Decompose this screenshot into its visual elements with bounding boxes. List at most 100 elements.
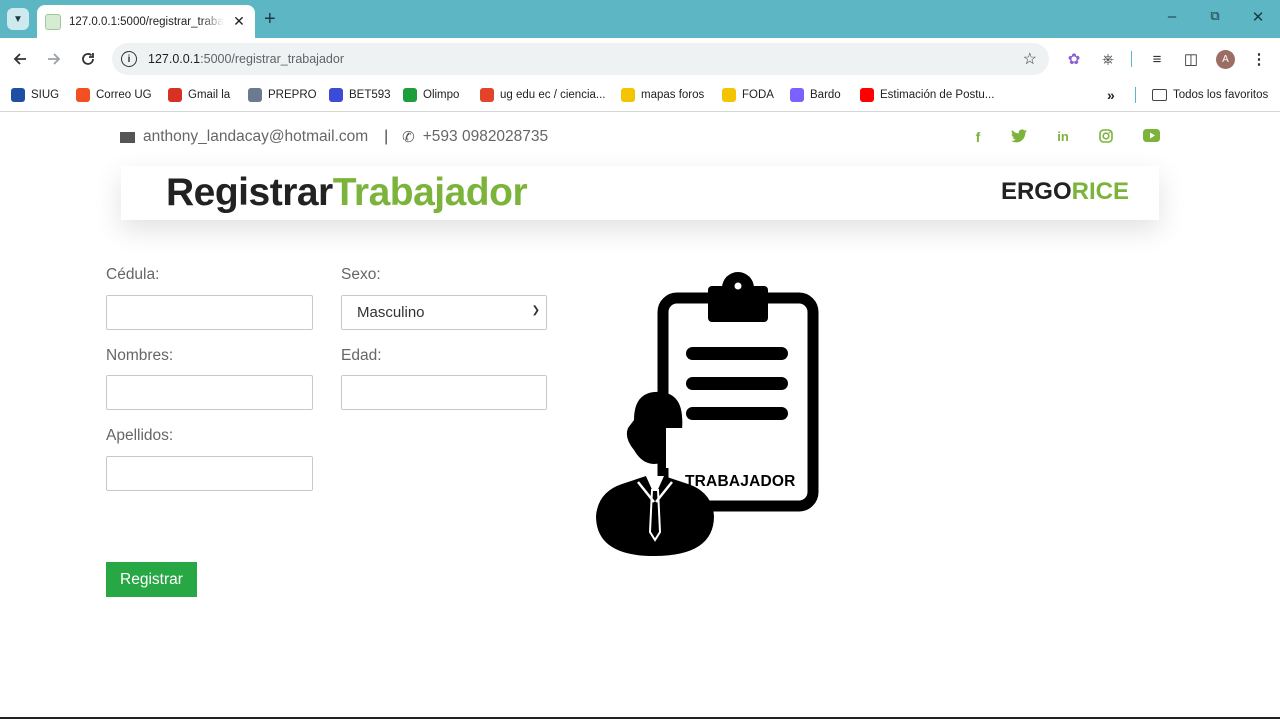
side-panel-icon[interactable]: ◫ [1180, 48, 1202, 70]
registrar-button[interactable]: Registrar [106, 562, 197, 597]
nombres-input[interactable] [106, 375, 313, 410]
minimize-window-button[interactable]: – [1160, 8, 1184, 25]
tab-title: 127.0.0.1:5000/registrar_trabajador [69, 15, 224, 28]
bookmark-label: FODA [742, 89, 774, 101]
contact-email[interactable]: anthony_landacay@hotmail.com [143, 128, 368, 146]
bookmark-item[interactable]: Olimpo [403, 87, 459, 103]
linkedin-icon[interactable]: in [1055, 129, 1071, 147]
envelope-icon [120, 131, 135, 143]
bookmark-label: SIUG [31, 89, 60, 101]
all-bookmarks-label: Todos los favoritos [1173, 89, 1269, 101]
bet-icon [329, 88, 343, 102]
miro-icon [621, 88, 635, 102]
arrow-right-icon [48, 53, 61, 65]
extensions-puzzle-icon[interactable]: ⎈ [1097, 48, 1119, 70]
worker-clipboard-illustration [596, 272, 819, 556]
apellidos-label: Apellidos: [106, 427, 174, 444]
ug-icon [11, 88, 25, 102]
bookmark-item[interactable]: FODA [722, 87, 774, 103]
twitter-icon[interactable] [1011, 129, 1027, 147]
bookmark-label: PREPRO [268, 89, 317, 101]
bookmark-label: Bardo [810, 89, 841, 101]
bookmark-label: Gmail la [188, 89, 231, 101]
document-icon [248, 88, 262, 102]
tab-search-button[interactable]: ▼ [7, 8, 29, 30]
bookmark-item[interactable]: mapas foros [621, 87, 704, 103]
illustration-caption: TRABAJADOR [685, 473, 796, 490]
bookmark-item[interactable]: Correo UG [76, 87, 152, 103]
bookmark-item[interactable]: PREPRO [248, 87, 317, 103]
close-tab-icon[interactable]: ✕ [231, 13, 247, 30]
browser-tab-active[interactable]: 127.0.0.1:5000/registrar_trabajador ✕ [37, 5, 255, 38]
brand-logo[interactable]: ERGORICE [1001, 178, 1129, 206]
media-controls-icon[interactable]: ≡ [1146, 48, 1168, 70]
contact-bar: anthony_landacay@hotmail.com | ✆ +593 09… [120, 128, 548, 146]
brand-dark: ERGO [1000, 178, 1072, 205]
bookmark-label: mapas foros [641, 89, 705, 101]
toolbar-divider [1131, 51, 1132, 67]
arrow-left-icon [13, 53, 26, 65]
contact-separator: | [384, 128, 389, 145]
phone-icon: ✆ [402, 129, 415, 146]
nombres-label: Nombres: [106, 347, 174, 364]
browser-menu-icon[interactable]: ⋮ [1248, 48, 1270, 70]
bookmark-label: Correo UG [96, 89, 152, 101]
folder-icon [1152, 89, 1167, 101]
bookmark-item[interactable]: Estimación de Postu... [860, 87, 994, 103]
bookmark-label: Estimación de Postu... [880, 89, 995, 101]
extension-brain-icon[interactable]: ✿ [1063, 48, 1085, 70]
new-tab-button[interactable]: + [264, 8, 276, 30]
page-title: RegistrarTrabajador [166, 171, 528, 215]
olimpo-icon [403, 88, 417, 102]
bookmark-item[interactable]: Gmail la [168, 87, 230, 103]
instagram-icon[interactable] [1098, 129, 1114, 147]
sexo-label: Sexo: [341, 266, 381, 283]
reload-button[interactable] [77, 48, 99, 70]
address-url: 127.0.0.1:5000/registrar_trabajador [148, 52, 344, 66]
page-title-green: Trabajador [332, 171, 528, 214]
profile-initial: A [1222, 54, 1229, 65]
sexo-selected-value: Masculino [357, 304, 425, 321]
page-header: RegistrarTrabajador ERGORICE [121, 166, 1159, 220]
back-button[interactable] [9, 48, 31, 70]
brand-green: RICE [1071, 178, 1129, 205]
cedula-input[interactable] [106, 295, 313, 330]
more-bookmarks-chevron-icon[interactable]: » [1107, 87, 1115, 103]
cedula-label: Cédula: [106, 266, 160, 283]
apellidos-input[interactable] [106, 456, 313, 491]
bookmark-star-icon[interactable]: ☆ [1023, 49, 1037, 69]
miro-icon [722, 88, 736, 102]
bookmark-label: ug edu ec / ciencia... [500, 89, 606, 101]
bookmarks-divider [1135, 87, 1136, 103]
microsoft-icon [76, 88, 90, 102]
bookmark-item[interactable]: Bardo [790, 87, 841, 103]
restore-window-button[interactable]: ⧉ [1203, 8, 1227, 24]
sparkle-icon [790, 88, 804, 102]
all-bookmarks-folder[interactable]: Todos los favoritos [1152, 87, 1268, 103]
bookmark-item[interactable]: ug edu ec / ciencia... [480, 87, 605, 103]
gmail-icon [168, 88, 182, 102]
tab-strip: ▼ 127.0.0.1:5000/registrar_trabajador ✕ … [0, 0, 1280, 38]
close-window-button[interactable]: ✕ [1246, 8, 1270, 26]
address-bar[interactable]: i 127.0.0.1:5000/registrar_trabajador ☆ [112, 43, 1049, 75]
profile-avatar[interactable]: A [1216, 50, 1235, 69]
chevron-down-icon: ❯ [531, 305, 540, 316]
url-host: 127.0.0.1 [148, 52, 201, 66]
reload-icon [82, 53, 94, 65]
bookmark-item[interactable]: SIUG [11, 87, 59, 103]
forward-button[interactable] [43, 48, 65, 70]
url-path: :5000/registrar_trabajador [200, 52, 344, 66]
contact-phone[interactable]: +593 0982028735 [423, 128, 548, 146]
chevron-down-icon: ▼ [13, 13, 23, 25]
youtube-icon [860, 88, 874, 102]
bookmark-item[interactable]: BET593 [329, 87, 391, 103]
bookmark-label: Olimpo [423, 89, 460, 101]
gitlab-icon [480, 88, 494, 102]
youtube-icon[interactable] [1143, 129, 1160, 147]
site-info-icon[interactable]: i [121, 51, 137, 67]
page-title-dark: Registrar [166, 171, 333, 214]
facebook-icon[interactable]: f [970, 129, 986, 147]
edad-label: Edad: [341, 347, 382, 364]
sexo-select[interactable]: Masculino ❯ [341, 295, 547, 330]
edad-input[interactable] [341, 375, 547, 410]
